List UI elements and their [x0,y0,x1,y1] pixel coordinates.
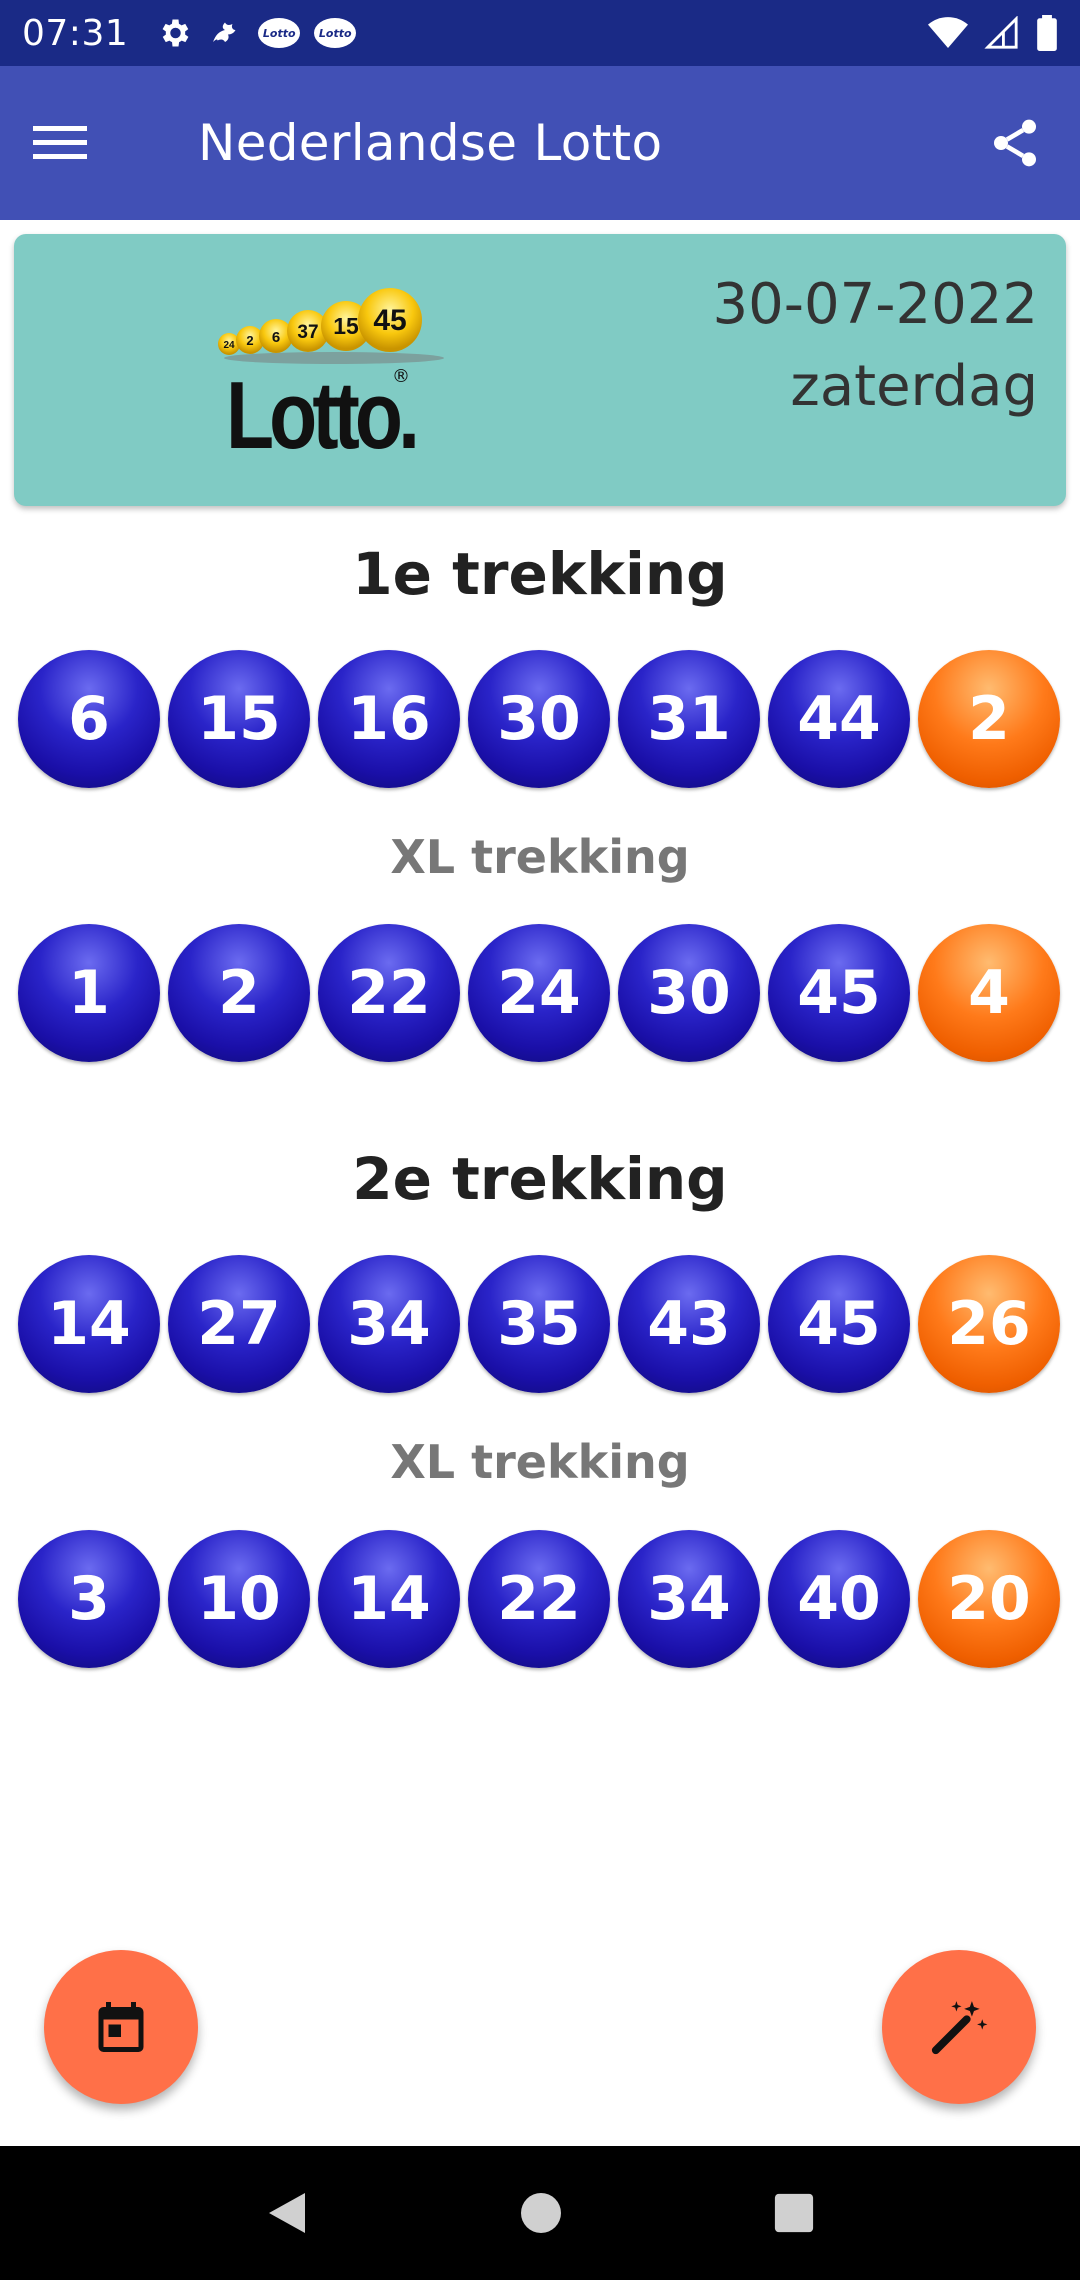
system-icons [928,15,1058,51]
ball: 6 [18,650,160,788]
logo-ball-4: 37 [297,322,318,343]
share-button[interactable] [950,66,1080,220]
ball: 27 [168,1255,310,1393]
ball: 16 [318,650,460,788]
ball: 22 [468,1530,610,1668]
logo-ball-5: 15 [333,313,359,339]
ball: 30 [468,650,610,788]
draw-1-xl-row: 1 2 22 24 30 45 4 [18,924,1068,1062]
ball: 2 [168,924,310,1062]
menu-icon [33,126,87,159]
bonus-ball: 26 [918,1255,1060,1393]
calendar-button[interactable] [44,1950,198,2104]
ball: 43 [618,1255,760,1393]
bonus-ball: 4 [918,924,1060,1062]
home-icon[interactable] [519,2191,563,2235]
draw-1-xl-title: XL trekking [390,830,690,884]
draw-header-card: 24 2 6 37 15 45 Lotto. ® 30-07-2022 zate… [14,234,1066,506]
ball: 22 [318,924,460,1062]
ball: 1 [18,924,160,1062]
bonus-ball: 20 [918,1530,1060,1668]
logo-ball-3: 6 [272,329,280,346]
ball: 35 [468,1255,610,1393]
lotto-icon: Lotto [314,18,357,48]
wifi-icon [928,17,968,48]
app-root: 07:31 Lotto Lotto Nederlandse Lotto 24 2… [0,0,1080,2280]
ball: 15 [168,650,310,788]
ball: 14 [18,1255,160,1393]
ball: 3 [18,1530,160,1668]
recents-icon[interactable] [773,2192,815,2234]
generate-numbers-button[interactable] [882,1950,1036,2104]
draw-2-main-row: 14 27 34 35 43 45 26 [18,1255,1068,1393]
draw-2-title: 2e trekking [352,1145,728,1213]
lotto-balls-icon: 24 2 6 37 15 45 [218,288,444,364]
draw-2-xl-title: XL trekking [390,1435,690,1489]
ball: 45 [768,1255,910,1393]
magic-wand-icon [931,2001,988,2055]
ball: 34 [618,1530,760,1668]
status-bar: 07:31 Lotto Lotto [0,0,1080,66]
share-icon [994,119,1036,167]
ball: 14 [318,1530,460,1668]
draw-1-main-row: 6 15 16 30 31 44 2 [18,650,1068,788]
ball: 24 [468,924,610,1062]
signal-icon [984,16,1018,49]
menu-button[interactable] [0,66,120,220]
ball: 45 [768,924,910,1062]
logo-registered-mark: ® [392,366,410,387]
system-nav-bar [0,2146,1080,2280]
draw-day: zaterdag [790,354,1038,419]
gear-icon [162,19,189,47]
logo-ball-1: 24 [223,340,235,351]
lotto-logo: 24 2 6 37 15 45 Lotto. ® [214,278,444,464]
status-time: 07:31 [22,12,129,54]
logo-ball-6: 45 [373,304,406,337]
draw-2-xl-row: 3 10 14 22 34 40 20 [18,1530,1068,1668]
notification-icons: Lotto Lotto [156,15,357,51]
ball: 30 [618,924,760,1062]
ball: 10 [168,1530,310,1668]
back-icon[interactable] [265,2189,309,2237]
ball: 40 [768,1530,910,1668]
app-title: Nederlandse Lotto [198,114,663,172]
ball: 34 [318,1255,460,1393]
battery-icon [1037,15,1057,51]
calendar-icon [98,2002,144,2052]
dragon-icon [213,22,236,42]
bonus-ball: 2 [918,650,1060,788]
ball: 44 [768,650,910,788]
app-bar: Nederlandse Lotto [0,66,1080,220]
logo-ball-2: 2 [246,333,253,348]
draw-date: 30-07-2022 [712,272,1038,337]
logo-text: Lotto. [226,362,420,469]
lotto-icon: Lotto [258,18,301,48]
draw-1-title: 1e trekking [352,540,728,608]
ball: 31 [618,650,760,788]
